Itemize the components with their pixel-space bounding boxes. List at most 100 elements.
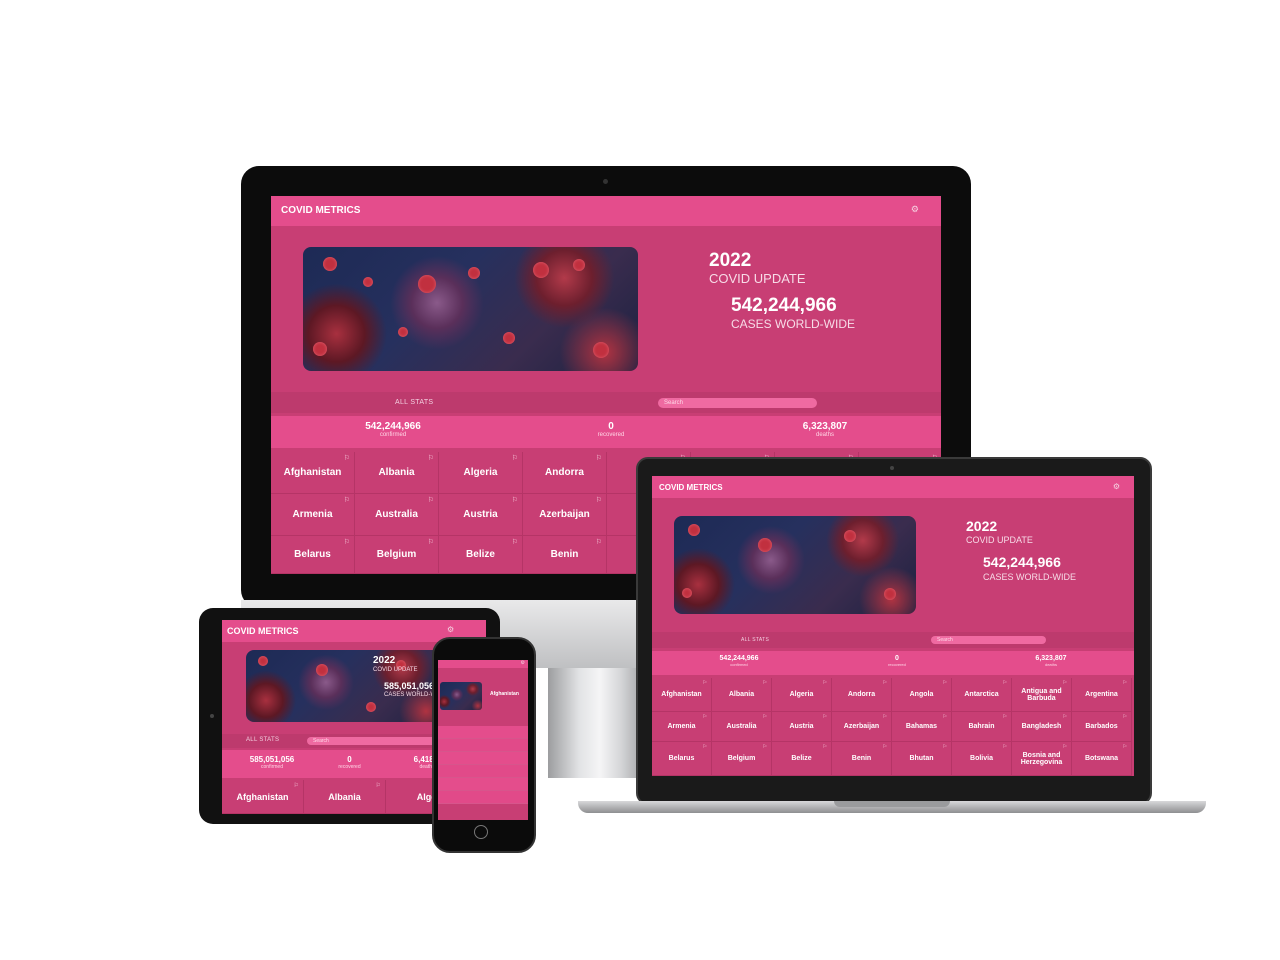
top-bar: COVID METRICS ⚙ [652, 476, 1134, 498]
country-card[interactable]: ⚐ Albania [712, 678, 772, 712]
country-name: Barbados [1085, 723, 1118, 730]
country-card[interactable]: ⚐ Azerbaijan [523, 494, 607, 536]
flag-icon: ⚐ [702, 680, 707, 686]
stat-deaths: 6,323,807 deaths [802, 421, 848, 438]
search-input[interactable]: Search [931, 636, 1046, 644]
country-card[interactable]: ⚐ Andorra [523, 452, 607, 494]
country-card[interactable]: ⚐ Belarus [271, 536, 355, 574]
flag-icon: ⚐ [511, 497, 518, 504]
gear-icon[interactable]: ⚙ [1113, 482, 1120, 491]
stat-confirmed: 585,051,056 confirmed [249, 755, 295, 770]
gear-icon[interactable]: ⚙ [447, 625, 454, 634]
country-card[interactable]: ⚐ Austria [772, 712, 832, 742]
country-name: Bangladesh [1021, 723, 1062, 730]
flag-icon: ⚐ [595, 539, 602, 546]
flag-icon: ⚐ [427, 497, 434, 504]
phone-screen: ⚙ Afghanistan [438, 660, 528, 820]
country-card[interactable]: ⚐ Afghanistan [222, 780, 304, 814]
country-card[interactable]: ⚐ Albania [355, 452, 439, 494]
hero-year: 2022 [966, 518, 998, 534]
tablet-camera [210, 714, 214, 718]
flag-icon: ⚐ [595, 497, 602, 504]
brand-title[interactable]: COVID METRICS [281, 205, 360, 216]
country-card[interactable]: ⚐ Benin [523, 536, 607, 574]
country-card[interactable]: ⚐ Andorra [832, 678, 892, 712]
country-card[interactable]: ⚐ Algeria [439, 452, 523, 494]
country-name: Albania [728, 691, 755, 698]
country-card[interactable]: ⚐ Albania [304, 780, 386, 814]
country-card[interactable]: ⚐ Bangladesh [1012, 712, 1072, 742]
tab-all-stats[interactable]: ALL STATS [741, 637, 769, 643]
phone-home-button[interactable] [474, 825, 488, 839]
search-input[interactable]: Search [658, 398, 817, 408]
country-card[interactable]: ⚐ Armenia [271, 494, 355, 536]
country-card[interactable]: ⚐ Australia [712, 712, 772, 742]
country-card[interactable]: ⚐ Afghanistan [652, 678, 712, 712]
country-card[interactable]: ⚐ Argentina [1072, 678, 1132, 712]
country-card[interactable]: ⚐ Belgium [712, 742, 772, 776]
flag-icon: ⚐ [343, 455, 350, 462]
country-name: Armenia [292, 509, 333, 520]
flag-icon: ⚐ [942, 680, 947, 686]
country-name: Benin [550, 549, 579, 560]
flag-icon: ⚐ [1122, 744, 1127, 750]
flag-icon: ⚐ [882, 714, 887, 720]
hero-cases: 585,051,056 [384, 681, 435, 691]
country-name: Angola [909, 691, 934, 698]
country-card[interactable]: ⚐ Afghanistan [271, 452, 355, 494]
brand-title[interactable]: COVID METRICS [659, 483, 723, 492]
country-card[interactable]: ⚐ Bolivia [952, 742, 1012, 776]
country-card[interactable]: ⚐ Austria [439, 494, 523, 536]
country-card[interactable]: ⚐ Azerbaijan [832, 712, 892, 742]
hero-subtitle: COVID UPDATE [966, 535, 1033, 545]
flag-icon: ⚐ [1002, 714, 1007, 720]
country-card[interactable]: ⚐ Bahrain [952, 712, 1012, 742]
country-name: Austria [463, 509, 498, 520]
country-name: Belize [466, 549, 495, 560]
country-card[interactable]: ⚐ Belize [439, 536, 523, 574]
hero-cases: 542,244,966 [731, 295, 837, 316]
country-card[interactable]: ⚐ Belize [772, 742, 832, 776]
flag-icon: ⚐ [511, 455, 518, 462]
phone-list [438, 726, 528, 804]
flag-icon: ⚐ [1062, 680, 1067, 686]
top-bar: ⚙ [438, 660, 528, 668]
flag-icon: ⚐ [427, 539, 434, 546]
country-card[interactable]: ⚐ Bosnia and Herzegovina [1012, 742, 1072, 776]
country-card[interactable]: ⚐ Antigua and Barbuda [1012, 678, 1072, 712]
country-card[interactable]: ⚐ Algeria [772, 678, 832, 712]
brand-title[interactable]: COVID METRICS [227, 626, 299, 636]
country-card[interactable]: ⚐ Belgium [355, 536, 439, 574]
country-name: Bahamas [905, 723, 938, 730]
flag-icon: ⚐ [1002, 680, 1007, 686]
country-name: Bahrain [968, 723, 995, 730]
hero-cases-caption: CASES WORLD-WIDE [983, 572, 1077, 582]
country-card[interactable]: ⚐ Armenia [652, 712, 712, 742]
country-name: Argentina [1085, 691, 1118, 698]
gear-icon[interactable]: ⚙ [911, 204, 919, 215]
tab-all-stats[interactable]: ALL STATS [395, 399, 433, 406]
stat-recovered: 0 recovered [338, 755, 361, 770]
country-card[interactable]: ⚐ Barbados [1072, 712, 1132, 742]
gear-icon[interactable]: ⚙ [521, 660, 525, 666]
country-card[interactable]: ⚐ Australia [355, 494, 439, 536]
country-card[interactable]: ⚐ Botswana [1072, 742, 1132, 776]
country-card[interactable]: ⚐ Belarus [652, 742, 712, 776]
country-card[interactable]: ⚐ Antarctica [952, 678, 1012, 712]
country-card[interactable]: ⚐ Bahamas [892, 712, 952, 742]
tab-bar: ALL STATS Search [652, 632, 1134, 648]
flag-icon: ⚐ [1122, 714, 1127, 720]
tab-all-stats[interactable]: ALL STATS [246, 737, 279, 743]
country-name: Algeria [463, 467, 498, 478]
stat-confirmed: 542,244,966 confirmed [719, 655, 759, 667]
tab-bar: ALL STATS Search [271, 392, 941, 413]
country-card[interactable]: ⚐ Benin [832, 742, 892, 776]
flag-icon: ⚐ [595, 455, 602, 462]
country-card[interactable]: ⚐ Bhutan [892, 742, 952, 776]
country-name: Andorra [847, 691, 876, 698]
country-card[interactable]: ⚐ Angola [892, 678, 952, 712]
flag-icon: ⚐ [762, 744, 767, 750]
flag-icon: ⚐ [822, 744, 827, 750]
flag-icon: ⚐ [942, 744, 947, 750]
stats-bar: 542,244,966 confirmed 0 recovered 6,323,80… [652, 651, 1134, 675]
